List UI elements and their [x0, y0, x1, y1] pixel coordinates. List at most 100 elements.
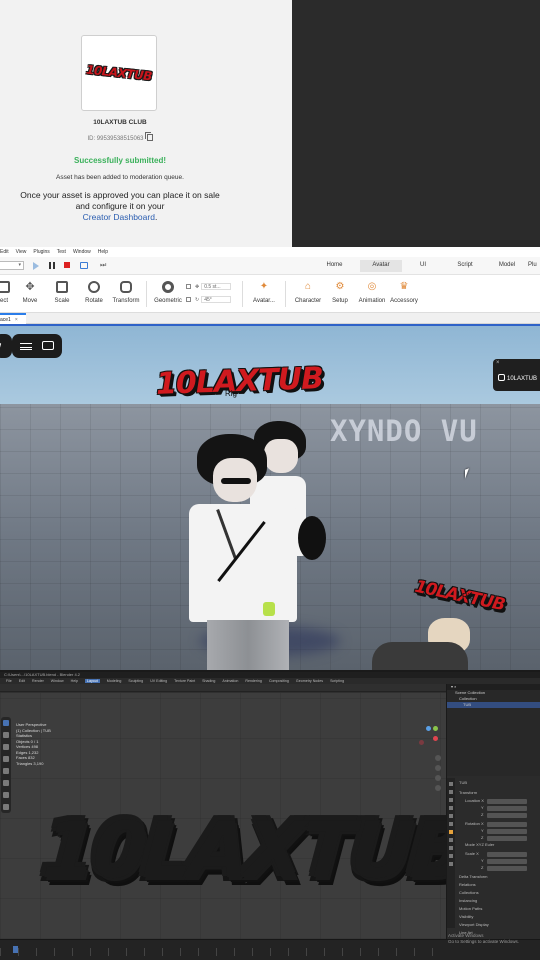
stop-icon[interactable] — [64, 262, 71, 269]
tab-place[interactable]: ace1 × — [0, 313, 26, 324]
rotation-y-field[interactable] — [487, 828, 527, 834]
avatar-tool[interactable]: ✦ Avatar... — [249, 281, 279, 304]
tab-home[interactable]: Home — [309, 260, 360, 272]
outliner-item[interactable]: TUB — [447, 702, 540, 708]
menu-plugins[interactable]: Plugins — [33, 249, 49, 255]
tab-avatar[interactable]: Avatar — [360, 260, 402, 272]
menu-icon[interactable] — [20, 343, 32, 350]
menu-window[interactable]: Window — [51, 679, 64, 683]
nametag-billboard[interactable]: 10LAXTUB — [155, 361, 323, 402]
logo-mesh[interactable]: 10LAXTUB — [37, 803, 466, 893]
blender-3d-viewport[interactable]: User Perspective (1) Collection | TUB St… — [0, 693, 468, 939]
location-x-field[interactable] — [487, 798, 527, 804]
menu-help[interactable]: Help — [71, 679, 78, 683]
axis-y[interactable] — [433, 726, 438, 731]
navigation-gizmo[interactable] — [417, 726, 441, 750]
move-snap-checkbox[interactable] — [186, 284, 191, 289]
move-snap[interactable]: ✥ 0.5 st... — [186, 283, 232, 290]
tab-ui[interactable]: UI — [402, 260, 444, 272]
panel-collections[interactable]: Collections — [459, 890, 479, 896]
select-tool[interactable]: ect — [0, 281, 14, 304]
roblox-menu-button[interactable] — [0, 334, 12, 358]
animation-tool[interactable]: ◎ Animation — [355, 281, 389, 304]
axis-z[interactable] — [426, 726, 431, 731]
playhead[interactable] — [13, 946, 18, 953]
selection-panel[interactable]: × 10LAXTUB — [493, 359, 540, 391]
panel-viewport-display[interactable]: Viewport Display — [459, 922, 489, 928]
creator-dashboard-link[interactable]: Creator Dashboard — [83, 212, 155, 222]
step-icon[interactable]: ⏭ — [100, 262, 107, 269]
play-icon[interactable] — [33, 262, 40, 270]
menu-edit[interactable]: Edit — [0, 249, 9, 255]
panel-instancing[interactable]: Instancing — [459, 898, 477, 904]
menu-file[interactable]: File — [6, 679, 12, 683]
studio-viewport[interactable]: × 10LAXTUB XYNDO VU 10LAXTUB Rig 10LAXTU… — [0, 324, 540, 670]
rotate-snap-checkbox[interactable] — [186, 297, 191, 302]
rotate-snap-value[interactable]: 45° — [201, 296, 232, 303]
workspace-texture-paint[interactable]: Texture Paint — [174, 679, 195, 683]
location-y-field[interactable] — [487, 805, 527, 811]
accessory-tool[interactable]: ♛ Accessory — [388, 281, 420, 304]
workspace-compositing[interactable]: Compositing — [269, 679, 289, 683]
move-tool[interactable]: ✥ Move — [20, 281, 40, 304]
workspace-rendering[interactable]: Rendering — [245, 679, 262, 683]
avatar-front[interactable] — [185, 434, 305, 670]
panel-delta-transform[interactable]: Delta Transform — [459, 874, 487, 880]
avatar-side[interactable] — [372, 618, 482, 670]
close-icon[interactable]: × — [15, 317, 18, 323]
axis-x[interactable] — [433, 736, 438, 741]
camera-icon[interactable] — [435, 775, 441, 781]
menu-edit[interactable]: Edit — [19, 679, 25, 683]
rotate-icon[interactable] — [3, 756, 9, 762]
location-z-field[interactable] — [487, 812, 527, 818]
viewport-header[interactable] — [0, 684, 446, 692]
panel-transform[interactable]: Transform — [459, 790, 477, 796]
rotate-snap[interactable]: ↻ 45° — [186, 296, 232, 303]
tab-plugins[interactable]: Plu — [528, 260, 540, 272]
workspace-sculpting[interactable]: Sculpting — [128, 679, 143, 683]
cursor-icon[interactable] — [3, 732, 9, 738]
pan-icon[interactable] — [435, 765, 441, 771]
chevron-down-icon[interactable]: ▾ — [0, 261, 24, 270]
menu-test[interactable]: Test — [57, 249, 66, 255]
scale-icon[interactable] — [3, 768, 9, 774]
transform-tool[interactable]: Transform — [110, 281, 142, 304]
workspace-geometry-nodes[interactable]: Geometry Nodes — [296, 679, 323, 683]
properties-editor[interactable]: TUB Transform Location X Y Z Rotation X … — [446, 776, 540, 939]
workspace-animation[interactable]: Animation — [222, 679, 238, 683]
panel-relations[interactable]: Relations — [459, 882, 476, 888]
menu-render[interactable]: Render — [32, 679, 44, 683]
object-name[interactable]: TUB — [459, 780, 467, 786]
workspace-scripting[interactable]: Scripting — [330, 679, 344, 683]
scale-z-field[interactable] — [487, 865, 527, 871]
move-icon[interactable] — [3, 744, 9, 750]
rotation-x-field[interactable] — [487, 821, 527, 827]
copy-icon[interactable] — [144, 132, 153, 141]
menu-help[interactable]: Help — [98, 249, 108, 255]
menu-window[interactable]: Window — [73, 249, 91, 255]
grid-icon[interactable] — [435, 785, 441, 791]
workspace-shading[interactable]: Shading — [202, 679, 215, 683]
pause-icon[interactable] — [49, 262, 56, 269]
timeline-ruler[interactable] — [0, 948, 446, 956]
measure-icon[interactable] — [3, 804, 9, 810]
scale-x-field[interactable] — [487, 851, 527, 857]
chat-icon[interactable] — [42, 341, 54, 350]
scale-tool[interactable]: Scale — [52, 281, 72, 304]
character-tool[interactable]: ⌂ Character — [291, 281, 325, 304]
menu-view[interactable]: View — [16, 249, 27, 255]
rotation-mode[interactable]: Mode XYZ Euler — [465, 842, 494, 848]
outliner[interactable]: ▾ ⌕ Scene Collection Collection TUB — [446, 684, 540, 776]
tab-script[interactable]: Script — [444, 260, 486, 272]
workspace-uv-editing[interactable]: UV Editing — [150, 679, 167, 683]
select-box-icon[interactable] — [3, 720, 9, 726]
move-snap-value[interactable]: 0.5 st... — [201, 283, 232, 290]
rotation-z-field[interactable] — [487, 835, 527, 841]
zoom-icon[interactable] — [435, 755, 441, 761]
tab-model[interactable]: Model — [486, 260, 528, 272]
screen-icon[interactable] — [80, 262, 88, 269]
workspace-layout[interactable]: Layout — [85, 679, 100, 683]
panel-motion-paths[interactable]: Motion Paths — [459, 906, 482, 912]
geometric-tool[interactable]: Geometric — [151, 281, 185, 304]
panel-visibility[interactable]: Visibility — [459, 914, 473, 920]
